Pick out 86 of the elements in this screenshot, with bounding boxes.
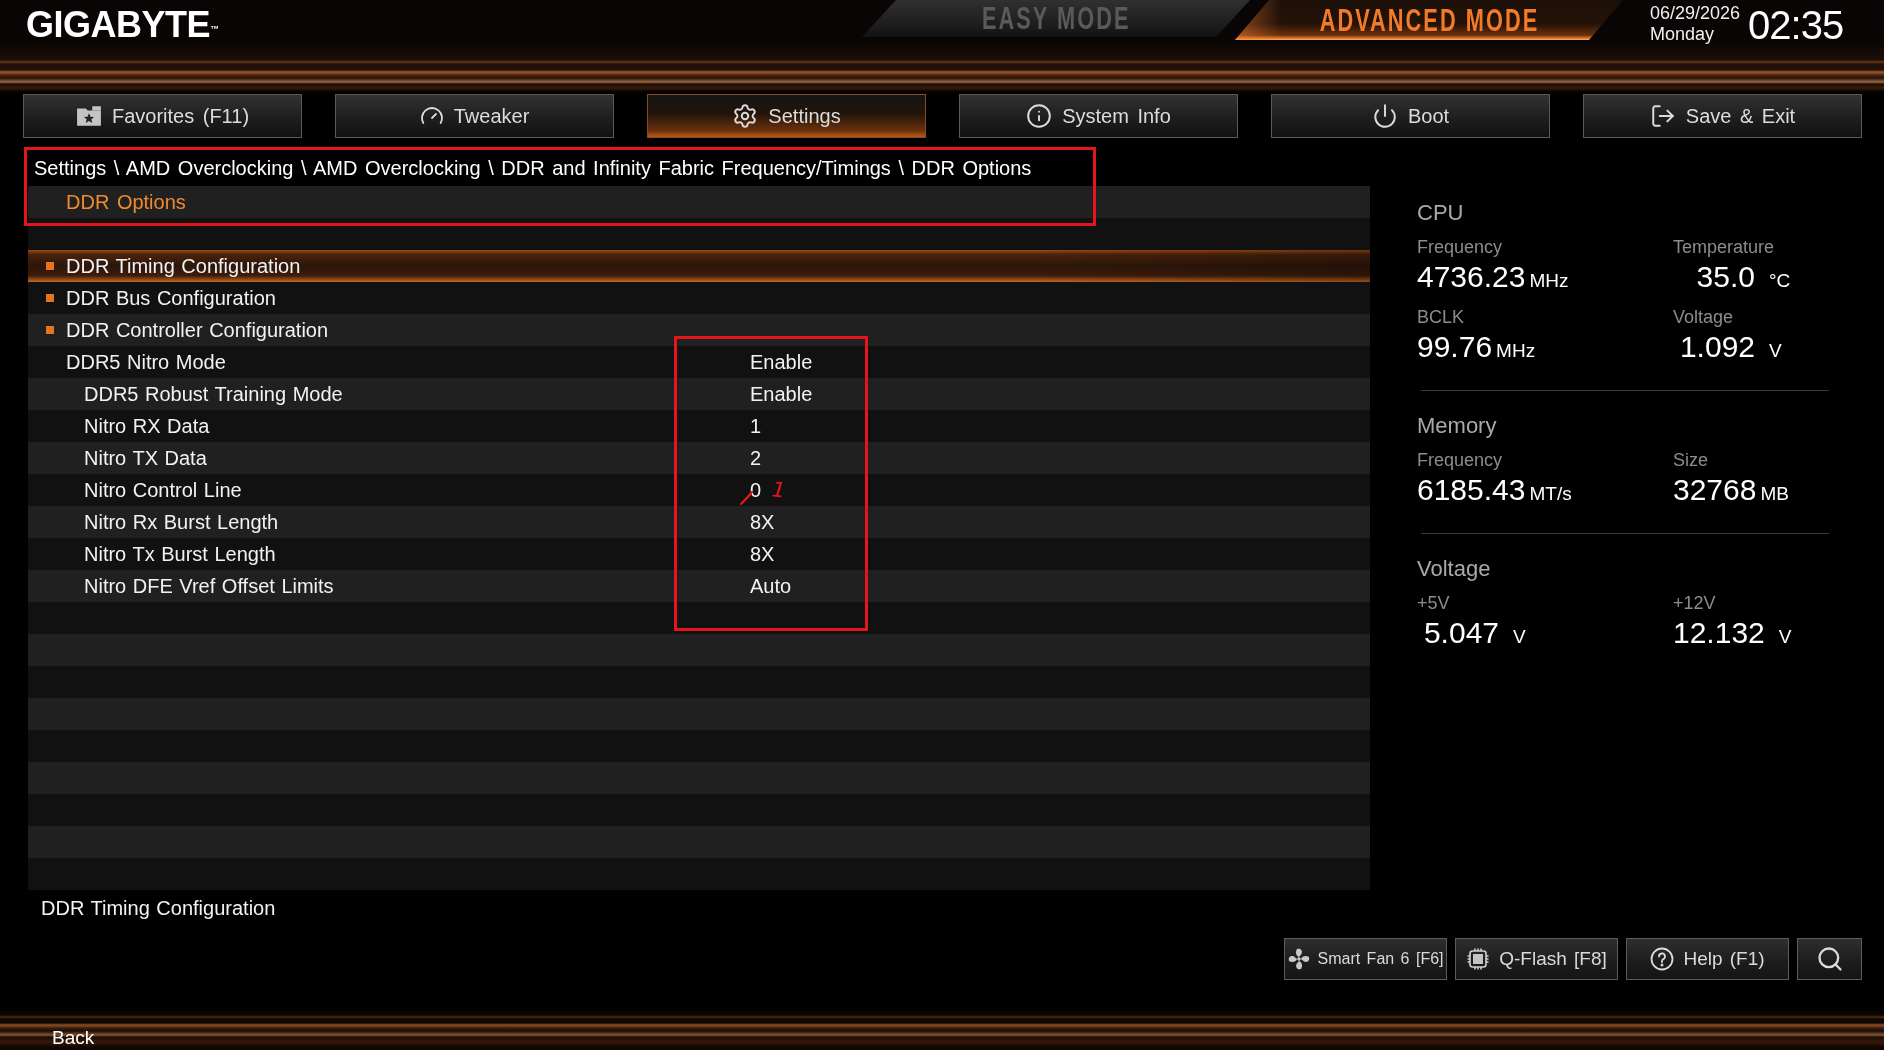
stat-label: +5V bbox=[1417, 592, 1450, 615]
settings-icon bbox=[732, 103, 759, 129]
stat-value: 6185.43 bbox=[1417, 472, 1526, 508]
nav-tab[interactable]: System Info bbox=[959, 94, 1238, 138]
setting-row[interactable]: Nitro RX Data 1 bbox=[28, 410, 1370, 442]
fan-icon bbox=[1287, 947, 1312, 971]
nav-tab[interactable]: Settings bbox=[647, 94, 926, 138]
stat-label: Temperature bbox=[1673, 236, 1775, 259]
smart-fan-button[interactable]: Smart Fan 6 [F6] bbox=[1284, 938, 1447, 980]
stat-value: 4736.23 bbox=[1417, 259, 1526, 295]
stat-label: Frequency bbox=[1417, 236, 1503, 259]
stat-unit: °C bbox=[1769, 270, 1791, 292]
bullet-icon bbox=[46, 326, 54, 334]
monitor-group-title: Voltage bbox=[1417, 555, 1491, 583]
setting-value: 2 bbox=[750, 446, 762, 470]
submenu-item[interactable]: DDR Timing Configuration bbox=[28, 250, 1370, 282]
exit-icon bbox=[1649, 103, 1676, 129]
stat-unit: MT/s bbox=[1529, 483, 1572, 505]
setting-value: Auto bbox=[750, 574, 792, 598]
handwritten-note: 1 bbox=[770, 477, 787, 503]
search-button[interactable] bbox=[1797, 938, 1862, 980]
stat-label: +12V bbox=[1673, 592, 1716, 615]
nav-tab[interactable]: Favorites (F11) bbox=[23, 94, 302, 138]
mode-tab[interactable]: ADVANCED MODE bbox=[1235, 0, 1623, 40]
search-icon bbox=[1815, 945, 1844, 973]
monitor-group-title: Memory bbox=[1417, 412, 1497, 440]
stat-unit: V bbox=[1769, 340, 1782, 362]
stat-value: 12.132 bbox=[1673, 615, 1765, 651]
nav-tab[interactable]: Save & Exit bbox=[1583, 94, 1862, 138]
setting-label: Nitro Tx Burst Length bbox=[84, 542, 276, 565]
setting-row[interactable]: Nitro Tx Burst Length 8X bbox=[28, 538, 1370, 570]
stat-unit: MHz bbox=[1529, 270, 1569, 292]
setting-value: Enable bbox=[750, 350, 813, 374]
help-text: DDR Timing Configuration bbox=[41, 897, 276, 919]
setting-label: Nitro DFE Vref Offset Limits bbox=[84, 574, 334, 597]
q-flash-button[interactable]: Q-Flash [F8] bbox=[1455, 938, 1618, 980]
stat-value: 32768 bbox=[1673, 472, 1757, 508]
stat-unit: MHz bbox=[1496, 340, 1536, 362]
setting-row[interactable]: Nitro Rx Burst Length 8X bbox=[28, 506, 1370, 538]
stat-value: 1.092 bbox=[1678, 329, 1755, 365]
submenu-item[interactable]: DDR Bus Configuration bbox=[28, 282, 1370, 314]
chip-icon bbox=[1466, 947, 1491, 971]
bullet-icon bbox=[46, 262, 54, 270]
setting-row[interactable]: DDR5 Nitro Mode Enable bbox=[28, 346, 1370, 378]
page-title: DDR Options bbox=[66, 190, 186, 214]
setting-row[interactable]: Nitro Control Line 0 1 bbox=[28, 474, 1370, 506]
power-icon bbox=[1371, 103, 1398, 129]
setting-value: 8X bbox=[750, 542, 775, 566]
stat-value: 35.0 bbox=[1695, 259, 1755, 295]
setting-label: DDR5 Nitro Mode bbox=[66, 350, 226, 373]
bullet-icon bbox=[46, 294, 54, 302]
submenu-item[interactable]: DDR Controller Configuration bbox=[28, 314, 1370, 346]
setting-row[interactable]: DDR5 Robust Training Mode Enable bbox=[28, 378, 1370, 410]
setting-value: 1 bbox=[750, 414, 762, 438]
clock-time: 02:35 bbox=[1748, 3, 1844, 47]
brand-logo: GIGABYTE$^{™}$ bbox=[26, 5, 219, 45]
stat-label: BCLK bbox=[1417, 306, 1465, 329]
stat-label: Size bbox=[1673, 449, 1708, 472]
back-hint: Back bbox=[52, 1027, 95, 1048]
setting-label: Nitro Control Line bbox=[84, 478, 242, 501]
help-icon bbox=[1650, 947, 1675, 971]
nav-tab[interactable]: Tweaker bbox=[335, 94, 614, 138]
stat-label: Frequency bbox=[1417, 449, 1503, 472]
stat-value: 99.76 bbox=[1417, 329, 1493, 365]
date-text: 06/29/2026 bbox=[1650, 3, 1741, 24]
setting-label: DDR5 Robust Training Mode bbox=[84, 382, 343, 405]
setting-value: 0 bbox=[750, 478, 762, 502]
setting-label: Nitro RX Data bbox=[84, 414, 210, 437]
weekday-text: Monday bbox=[1650, 24, 1715, 45]
monitor-group-title: CPU bbox=[1417, 199, 1464, 227]
stat-label: Voltage bbox=[1673, 306, 1734, 329]
setting-row[interactable]: Nitro DFE Vref Offset Limits Auto bbox=[28, 570, 1370, 602]
breadcrumb-path: Settings \ AMD Overclocking \ AMD Overclocking \ DDR and Infinity Fabric Frequency/Timings \ DDR Options bbox=[34, 157, 1032, 179]
stat-value: 5.047 bbox=[1422, 615, 1499, 651]
folder-star-icon bbox=[75, 105, 102, 127]
setting-value: Enable bbox=[750, 382, 813, 406]
setting-value: 8X bbox=[750, 510, 775, 534]
stat-unit: V bbox=[1513, 626, 1526, 648]
nav-tab[interactable]: Boot bbox=[1271, 94, 1550, 138]
help-button[interactable]: Help (F1) bbox=[1626, 938, 1789, 980]
setting-label: Nitro Rx Burst Length bbox=[84, 510, 279, 533]
stat-unit: MB bbox=[1760, 483, 1789, 505]
stat-unit: V bbox=[1778, 626, 1792, 648]
setting-row[interactable]: Nitro TX Data 2 bbox=[28, 442, 1370, 474]
setting-label: Nitro TX Data bbox=[84, 446, 207, 469]
info-icon bbox=[1026, 103, 1053, 129]
